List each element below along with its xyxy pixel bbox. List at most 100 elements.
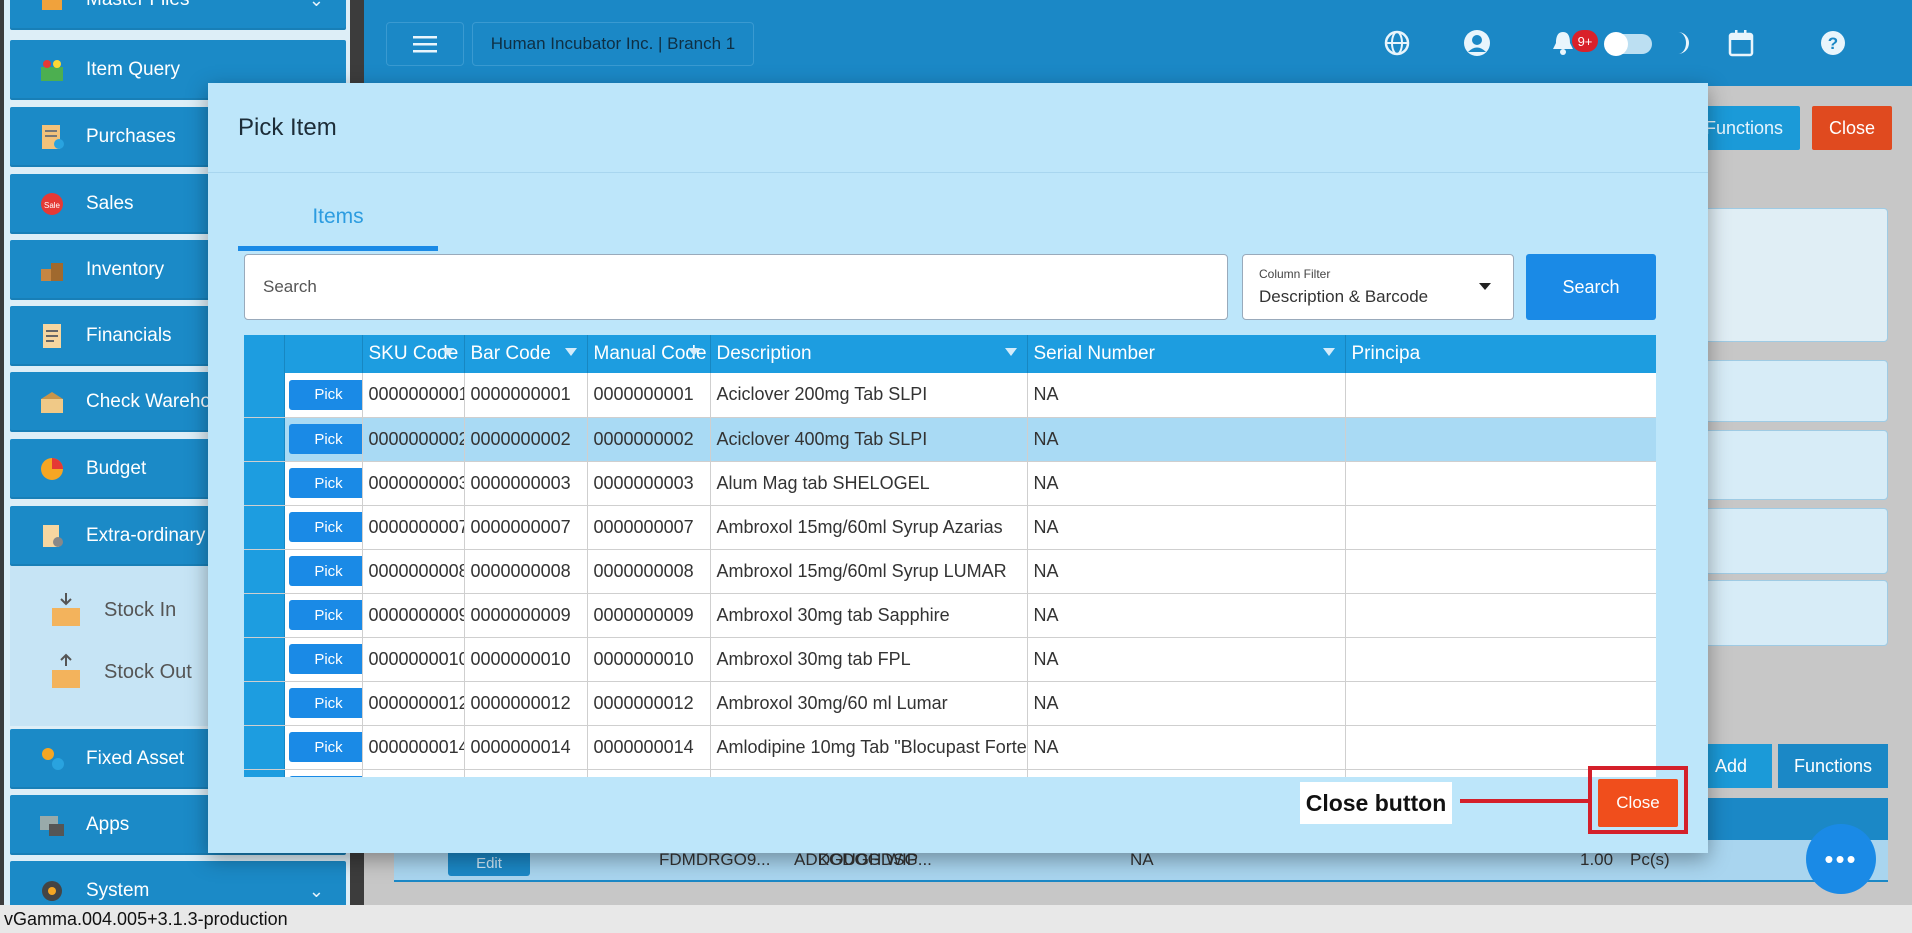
table-row[interactable]: Pick 0000000008 0000000008 0000000008 Ambrox… [244, 549, 1656, 594]
barcode-cell [464, 769, 588, 777]
row-selector[interactable] [244, 373, 285, 418]
bg-unit: Pc(s) [1630, 850, 1670, 869]
column-header-label: Principa [1351, 343, 1421, 364]
row-selector[interactable] [244, 417, 285, 462]
table-row[interactable]: Pick 0000000010 0000000010 0000000010 Ambrox… [244, 637, 1656, 682]
principal-cell [1345, 725, 1656, 770]
serial-number-cell: NA [1027, 505, 1346, 550]
pick-button[interactable]: Pick [288, 776, 361, 777]
pick-button[interactable]: Pick [288, 556, 361, 586]
barcode-cell: 0000000003 [464, 461, 588, 506]
menu-toggle-button[interactable] [386, 22, 464, 66]
bg-desc: DOUGH WIP [818, 850, 919, 869]
column-header-manual-code[interactable]: Manual Code [587, 335, 711, 373]
filter-icon[interactable] [1322, 348, 1335, 356]
principal-cell [1345, 373, 1656, 418]
barcode-cell: 0000000009 [464, 593, 588, 638]
user-account-icon[interactable] [1460, 26, 1494, 60]
row-selector[interactable] [244, 505, 285, 550]
column-header-principal[interactable]: Principa [1345, 335, 1656, 373]
sidebar-item-label: Financials [86, 325, 172, 346]
help-icon[interactable]: ? [1816, 26, 1850, 60]
table-row[interactable]: Pick 0000000007 0000000007 0000000007 Ambrox… [244, 505, 1656, 550]
dropdown-arrow-icon [1479, 283, 1491, 290]
column-header-label: Description [716, 343, 812, 364]
column-header-barcode[interactable]: Bar Code [464, 335, 588, 373]
folder-icon [34, 0, 70, 18]
notification-badge: 9+ [1572, 30, 1598, 52]
sidebar-item-label: System [86, 880, 150, 901]
table-row[interactable]: Pick [244, 769, 1656, 777]
manual-code-cell: 0000000007 [587, 505, 711, 550]
dark-mode-toggle[interactable] [1604, 32, 1652, 56]
description-cell: Aciclover 200mg Tab SLPI [710, 373, 1028, 418]
company-branch-selector[interactable]: Human Incubator Inc. | Branch 1 [472, 22, 754, 66]
stock-out-box-icon [46, 652, 86, 692]
description-cell: Ambroxol 30mg tab FPL [710, 637, 1028, 682]
tab-items[interactable]: Items [238, 187, 438, 251]
language-globe-icon[interactable] [1380, 26, 1414, 60]
search-input[interactable]: Search [244, 254, 1228, 320]
filter-icon[interactable] [564, 348, 577, 356]
pick-button[interactable]: Pick [288, 600, 361, 630]
sku-cell: 0000000012 [362, 681, 465, 726]
row-action-cell: Pick [284, 681, 363, 726]
report-icon [34, 318, 70, 354]
table-row[interactable]: Pick 0000000009 0000000009 0000000009 Ambrox… [244, 593, 1656, 638]
description-cell: Alum Mag tab SHELOGEL [710, 461, 1028, 506]
description-cell: Aciclover 400mg Tab SLPI [710, 417, 1028, 462]
barcode-cell: 0000000010 [464, 637, 588, 682]
annotation-highlight-box [1588, 766, 1688, 834]
sku-cell: 0000000003 [362, 461, 465, 506]
table-row[interactable]: Pick 0000000003 0000000003 0000000003 Alum M… [244, 461, 1656, 506]
pick-button[interactable]: Pick [288, 688, 361, 718]
row-selector[interactable] [244, 725, 285, 770]
sidebar-subitem-stock-out[interactable]: Stock Out [46, 652, 192, 692]
search-button[interactable]: Search [1526, 254, 1656, 320]
pick-button[interactable]: Pick [288, 424, 361, 454]
sku-cell: 0000000010 [362, 637, 465, 682]
column-header-description[interactable]: Description [710, 335, 1028, 373]
sidebar-subitem-stock-in[interactable]: Stock In [46, 590, 176, 630]
column-header-sku[interactable]: SKU Code [362, 335, 465, 373]
page-close-button[interactable]: Close [1812, 106, 1892, 150]
pick-button[interactable]: Pick [288, 512, 361, 542]
table-row[interactable]: Pick 0000000014 0000000014 0000000014 Amlodi… [244, 725, 1656, 770]
more-options-fab[interactable]: ••• [1806, 824, 1876, 894]
sidebar-item-master-files[interactable]: Master Files ⌄ [10, 0, 346, 30]
sku-cell: 0000000002 [362, 417, 465, 462]
boxes-icon [34, 252, 70, 288]
row-selector[interactable] [244, 461, 285, 506]
filter-icon[interactable] [441, 348, 454, 356]
table-row[interactable]: Pick 0000000001 0000000001 0000000001 Aciclo… [244, 373, 1656, 418]
sidebar-item-system[interactable]: System ⌄ [10, 861, 346, 905]
bg-qty: 1.00 [1580, 850, 1614, 869]
table-row[interactable]: Pick 0000000002 0000000002 0000000002 Aciclo… [244, 417, 1656, 462]
pick-item-modal: Pick Item Items Search Column Filter Des… [208, 83, 1708, 853]
stock-in-box-icon [46, 590, 86, 630]
sku-cell: 0000000007 [362, 505, 465, 550]
pick-button[interactable]: Pick [288, 732, 361, 762]
row-selector[interactable] [244, 681, 285, 726]
version-footer: vGamma.004.005+3.1.3-production [0, 905, 1912, 933]
edit-button[interactable]: Edit [448, 850, 530, 876]
description-cell: Ambroxol 30mg tab Sapphire [710, 593, 1028, 638]
barcode-cell: 0000000007 [464, 505, 588, 550]
row-selector[interactable] [244, 593, 285, 638]
filter-icon[interactable] [1004, 348, 1017, 356]
functions-button-secondary[interactable]: Functions [1778, 744, 1888, 788]
pick-button[interactable]: Pick [288, 379, 361, 410]
table-row[interactable]: Pick 0000000012 0000000012 0000000012 Ambrox… [244, 681, 1656, 726]
column-filter-value: Description & Barcode [1259, 287, 1429, 306]
column-header-serial-number[interactable]: Serial Number [1027, 335, 1346, 373]
sale-tag-icon: Sale [34, 186, 70, 222]
serial-number-cell: NA [1027, 593, 1346, 638]
pick-button[interactable]: Pick [288, 468, 361, 498]
row-selector[interactable] [244, 549, 285, 594]
pick-button[interactable]: Pick [288, 644, 361, 674]
row-selector[interactable] [244, 769, 285, 777]
calendar-icon[interactable] [1724, 26, 1758, 60]
row-selector[interactable] [244, 637, 285, 682]
filter-icon[interactable] [687, 348, 700, 356]
column-filter-select[interactable]: Column Filter Description & Barcode [1242, 254, 1514, 320]
